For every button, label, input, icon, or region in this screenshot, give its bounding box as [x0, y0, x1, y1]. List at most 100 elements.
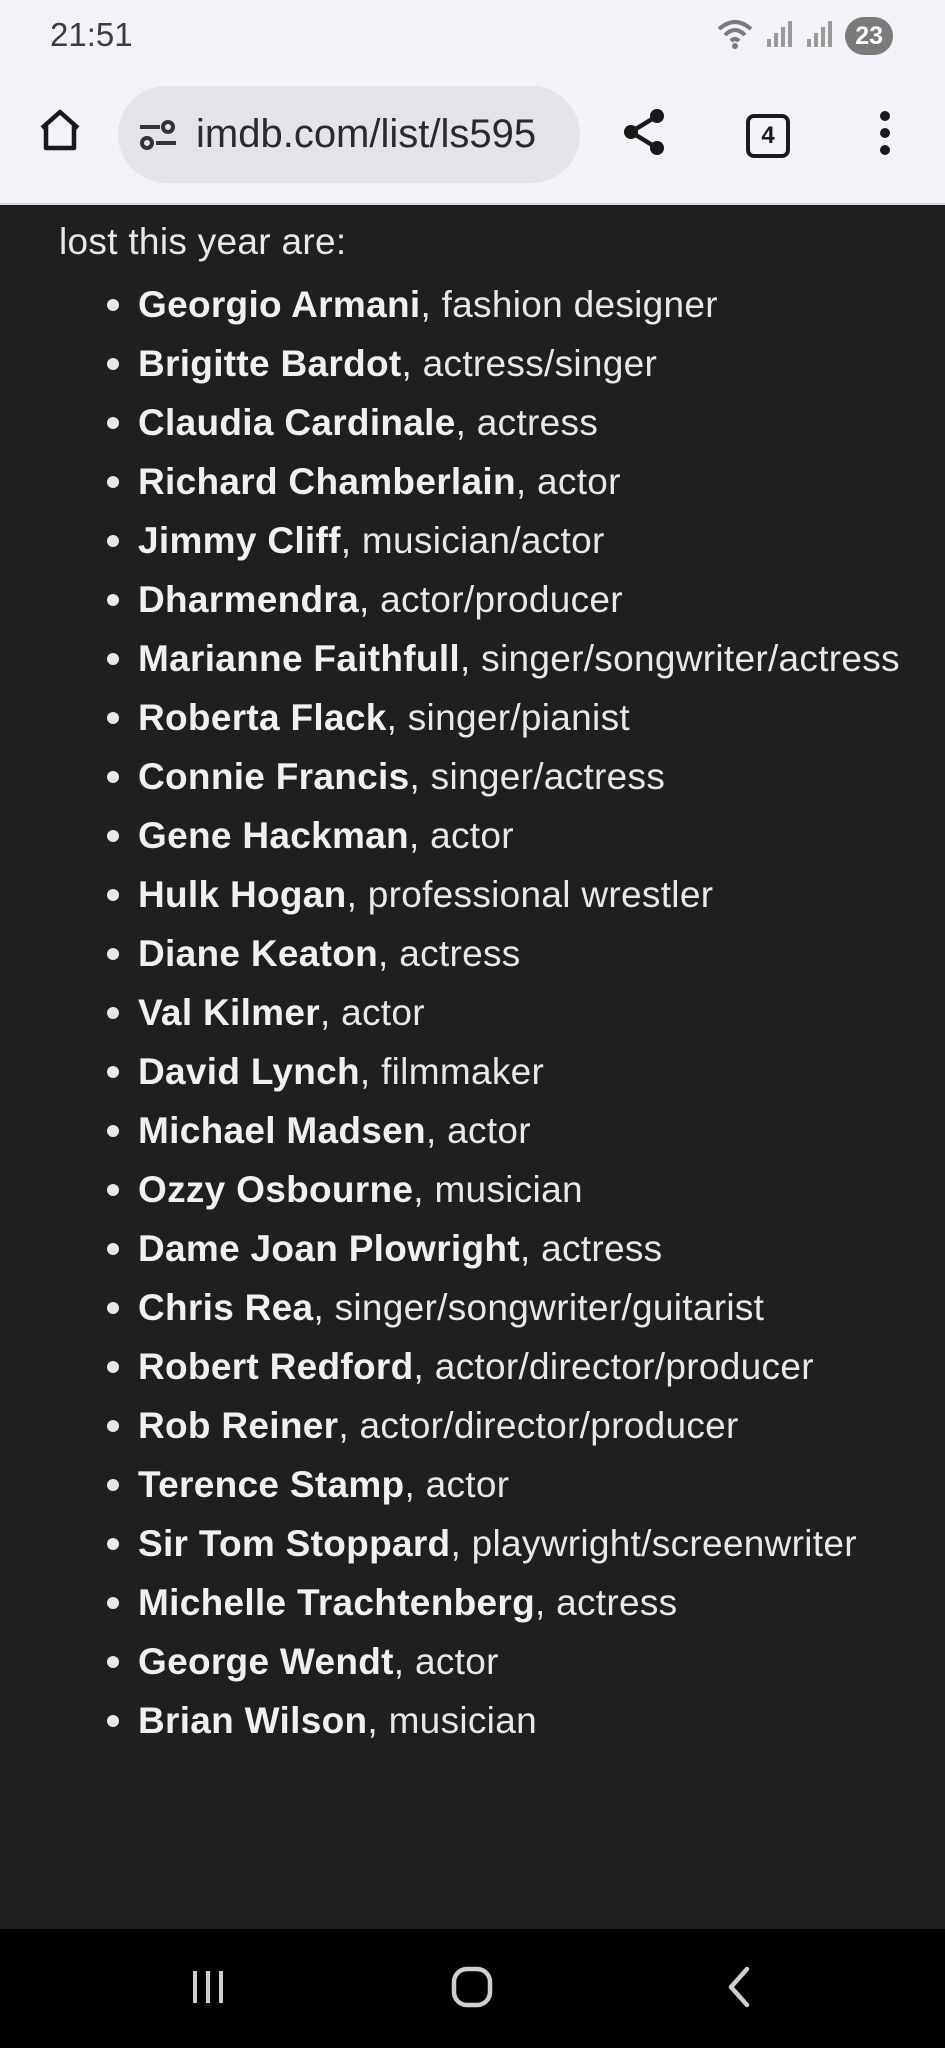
person-description: , fashion designer: [420, 284, 718, 325]
browser-toolbar: imdb.com/list/ls595 4: [0, 72, 945, 205]
list-item: Robert Redford, actor/director/producer: [107, 1337, 938, 1396]
more-menu-button[interactable]: [860, 102, 910, 168]
signal-icon: [805, 19, 835, 54]
list-item: Roberta Flack, singer/pianist: [107, 688, 938, 747]
person-name: Richard Chamberlain: [138, 461, 516, 502]
people-list: Georgio Armani, fashion designer Brigitte…: [107, 275, 938, 1750]
signal-icon: [765, 19, 795, 54]
status-bar: 21:51 23: [0, 0, 945, 72]
person-name: Marianne Faithfull: [138, 638, 460, 679]
back-icon: [723, 1965, 753, 2014]
list-item: George Wendt, actor: [107, 1632, 938, 1691]
list-item: Connie Francis, singer/actress: [107, 747, 938, 806]
list-item: Michael Madsen, actor: [107, 1101, 938, 1160]
person-name: Michael Madsen: [138, 1110, 426, 1151]
person-name: Chris Rea: [138, 1287, 314, 1328]
person-description: , actor/director/producer: [338, 1405, 739, 1446]
list-item: Hulk Hogan, professional wrestler: [107, 865, 938, 924]
person-description: , playwright/screenwriter: [450, 1523, 857, 1564]
back-button[interactable]: [706, 1957, 770, 2021]
person-description: , actor: [425, 1110, 531, 1151]
site-settings-icon[interactable]: [136, 113, 180, 157]
list-item: Jimmy Cliff, musician/actor: [107, 511, 938, 570]
status-time: 21:51: [50, 16, 133, 53]
person-description: , actor/producer: [358, 579, 623, 620]
person-name: Hulk Hogan: [138, 874, 347, 915]
person-description: , actor: [319, 992, 425, 1033]
battery-icon: 23: [845, 17, 893, 55]
person-name: Connie Francis: [138, 756, 410, 797]
person-description: , singer/pianist: [386, 697, 630, 738]
list-item: Rob Reiner, actor/director/producer: [107, 1396, 938, 1455]
list-item: Ozzy Osbourne, musician: [107, 1160, 938, 1219]
person-description: , actor: [408, 815, 514, 856]
person-name: Brigitte Bardot: [138, 343, 402, 384]
person-description: , singer/songwriter/actress: [459, 638, 900, 679]
person-description: , actress: [378, 933, 521, 974]
intro-text: lost this year are:: [59, 221, 347, 262]
person-name: George Wendt: [138, 1641, 394, 1682]
list-item: Dame Joan Plowright, actress: [107, 1219, 938, 1278]
list-item: Sir Tom Stoppard, playwright/screenwrite…: [107, 1514, 938, 1573]
person-name: Terence Stamp: [138, 1464, 405, 1505]
home-circle-icon: [450, 1965, 494, 2014]
wifi-icon: [715, 17, 755, 56]
person-description: , actress: [455, 402, 599, 443]
home-button[interactable]: [30, 102, 90, 162]
list-item: Brian Wilson, musician: [107, 1691, 938, 1750]
list-item: Dharmendra, actor/producer: [107, 570, 938, 629]
list-item: Claudia Cardinale, actress: [107, 393, 938, 452]
person-name: Robert Redford: [138, 1346, 414, 1387]
tabs-button[interactable]: 4: [738, 106, 798, 166]
status-icons: 23: [715, 14, 893, 58]
person-name: Dame Joan Plowright: [138, 1228, 520, 1269]
share-icon: [619, 106, 669, 163]
list-item: Diane Keaton, actress: [107, 924, 938, 983]
person-description: , actress/singer: [401, 343, 658, 384]
person-description: , actor/director/producer: [413, 1346, 814, 1387]
recent-apps-icon: [188, 1967, 228, 2012]
person-description: , actress: [519, 1228, 663, 1269]
list-item: Terence Stamp, actor: [107, 1455, 938, 1514]
system-nav-bar: [0, 1929, 945, 2048]
more-vert-icon: [878, 110, 892, 161]
person-description: , singer/actress: [409, 756, 666, 797]
person-description: , musician: [413, 1169, 583, 1210]
list-item: Chris Rea, singer/songwriter/guitarist: [107, 1278, 938, 1337]
list-item: Georgio Armani, fashion designer: [107, 275, 938, 334]
person-name: Claudia Cardinale: [138, 402, 456, 443]
person-description: , actress: [534, 1582, 678, 1623]
home-nav-button[interactable]: [440, 1957, 504, 2021]
list-item: Michelle Trachtenberg, actress: [107, 1573, 938, 1632]
person-name: Rob Reiner: [138, 1405, 339, 1446]
person-name: Val Kilmer: [138, 992, 320, 1033]
person-name: Diane Keaton: [138, 933, 379, 974]
person-name: Gene Hackman: [138, 815, 409, 856]
person-name: Roberta Flack: [138, 697, 387, 738]
list-item: Marianne Faithfull, singer/songwriter/ac…: [107, 629, 938, 688]
person-name: Georgio Armani: [138, 284, 421, 325]
person-name: Brian Wilson: [138, 1700, 368, 1741]
person-name: Michelle Trachtenberg: [138, 1582, 535, 1623]
url-bar[interactable]: imdb.com/list/ls595: [118, 86, 580, 183]
person-description: , singer/songwriter/guitarist: [313, 1287, 765, 1328]
list-item: David Lynch, filmmaker: [107, 1042, 938, 1101]
person-name: David Lynch: [138, 1051, 360, 1092]
person-description: , professional wrestler: [346, 874, 714, 915]
list-item: Richard Chamberlain, actor: [107, 452, 938, 511]
person-description: , musician: [367, 1700, 537, 1741]
home-icon: [36, 106, 84, 159]
person-name: Sir Tom Stoppard: [138, 1523, 451, 1564]
tabs-icon: 4: [746, 114, 790, 158]
person-description: , actor: [404, 1464, 510, 1505]
share-button[interactable]: [612, 102, 676, 166]
person-name: Ozzy Osbourne: [138, 1169, 414, 1210]
list-item: Val Kilmer, actor: [107, 983, 938, 1042]
person-description: , actor: [393, 1641, 499, 1682]
list-item: Brigitte Bardot, actress/singer: [107, 334, 938, 393]
person-description: , musician/actor: [340, 520, 605, 561]
person-name: Dharmendra: [138, 579, 359, 620]
list-item: Gene Hackman, actor: [107, 806, 938, 865]
url-text[interactable]: imdb.com/list/ls595: [196, 112, 566, 157]
recent-apps-button[interactable]: [176, 1957, 240, 2021]
